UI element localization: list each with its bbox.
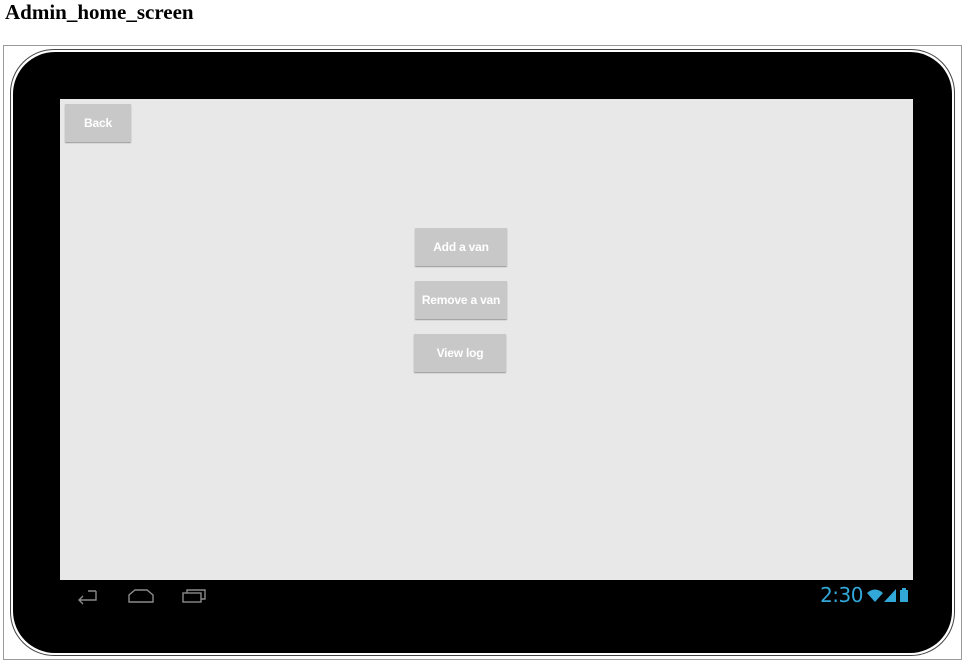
back-button[interactable]: Back (65, 104, 131, 142)
battery-icon (900, 588, 908, 608)
view-log-button[interactable]: View log (414, 334, 506, 372)
tablet-bezel: Back Add a van Remove a van View log 2:3… (13, 52, 952, 653)
home-icon[interactable] (127, 587, 155, 610)
back-icon[interactable] (74, 587, 100, 610)
remove-van-button[interactable]: Remove a van (415, 281, 507, 319)
recent-apps-icon[interactable] (181, 587, 207, 610)
add-van-button[interactable]: Add a van (415, 228, 507, 266)
tablet-device: Back Add a van Remove a van View log 2:3… (10, 49, 955, 656)
app-screen: Back Add a van Remove a van View log (60, 99, 913, 580)
system-navigation-bar: 2:30 (60, 580, 913, 611)
status-clock: 2:30 (820, 583, 863, 607)
signal-icon (884, 588, 896, 608)
wifi-icon (867, 588, 883, 608)
mockup-frame: Back Add a van Remove a van View log 2:3… (3, 45, 962, 660)
page-title: Admin_home_screen (5, 0, 194, 24)
